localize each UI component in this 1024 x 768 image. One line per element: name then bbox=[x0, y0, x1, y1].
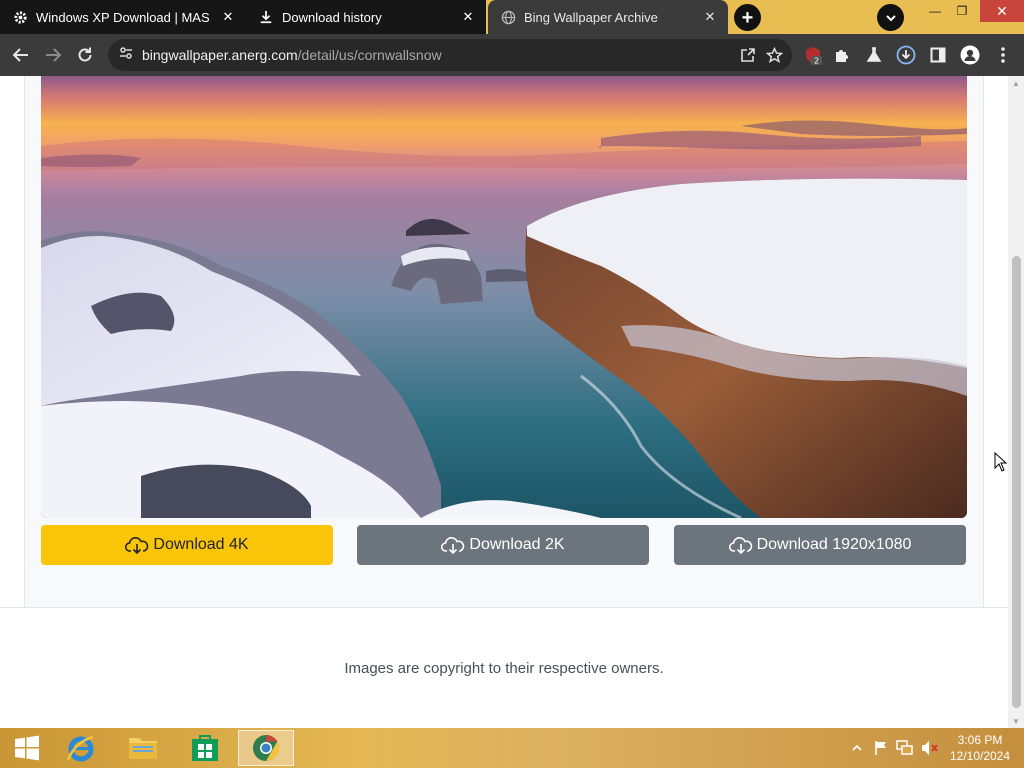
cloud-download-icon bbox=[441, 533, 465, 557]
restore-button[interactable]: ❐ bbox=[947, 0, 977, 22]
download-indicator-icon[interactable] bbox=[895, 44, 917, 66]
arrow-left-icon bbox=[12, 48, 28, 62]
side-panel-icon[interactable] bbox=[927, 44, 949, 66]
footer-divider bbox=[0, 607, 1008, 608]
url-path: /detail/us/cornwallsnow bbox=[297, 47, 442, 63]
windows-logo-icon bbox=[15, 735, 39, 761]
start-button[interactable] bbox=[0, 730, 54, 766]
minimize-button[interactable]: — bbox=[920, 0, 950, 22]
scroll-up-arrow-icon[interactable]: ▲ bbox=[1008, 76, 1024, 90]
internet-explorer-icon bbox=[66, 735, 94, 762]
cloud-download-icon bbox=[125, 533, 149, 557]
extension-badge: 2 bbox=[814, 57, 819, 66]
volume-muted-icon[interactable] bbox=[920, 728, 940, 768]
chevron-down-icon bbox=[885, 14, 896, 21]
taskbar-chrome[interactable] bbox=[238, 730, 294, 766]
tab-title: Download history bbox=[282, 9, 382, 25]
download-2k-label: Download 2K bbox=[469, 536, 565, 553]
mouse-cursor-icon bbox=[994, 452, 1008, 472]
taskbar-store[interactable] bbox=[178, 730, 232, 766]
action-center-flag-icon[interactable] bbox=[872, 728, 890, 768]
store-icon bbox=[192, 735, 218, 761]
network-icon[interactable] bbox=[896, 728, 914, 768]
tab-search-button[interactable] bbox=[877, 4, 904, 31]
gear-icon bbox=[12, 9, 28, 25]
extensions-puzzle-icon[interactable] bbox=[831, 44, 853, 66]
system-clock[interactable]: 3:06 PM 12/10/2024 bbox=[946, 732, 1014, 764]
labs-flask-icon[interactable] bbox=[863, 44, 885, 66]
reload-button[interactable] bbox=[72, 42, 98, 68]
copyright-notice: Images are copyright to their respective… bbox=[344, 660, 664, 677]
url-text: bingwallpaper.anerg.com/detail/us/cornwa… bbox=[142, 47, 442, 63]
menu-kebab-icon[interactable] bbox=[992, 44, 1014, 66]
download-1920x1080-label: Download 1920x1080 bbox=[756, 536, 912, 553]
tab-title: Windows XP Download | MAS bbox=[36, 9, 210, 25]
download-2k-button[interactable]: Download 2K bbox=[357, 525, 649, 565]
download-1920x1080-button[interactable]: Download 1920x1080 bbox=[674, 525, 966, 565]
tab-strip: Windows XP Download | MAS ✕ Download his… bbox=[0, 0, 1024, 34]
download-icon bbox=[258, 9, 274, 25]
tab-download-history[interactable]: Download history ✕ bbox=[246, 0, 486, 34]
close-window-button[interactable]: ✕ bbox=[980, 0, 1024, 22]
scroll-thumb[interactable] bbox=[1012, 256, 1021, 708]
scroll-down-arrow-icon[interactable]: ▼ bbox=[1008, 714, 1024, 728]
taskbar-file-explorer[interactable] bbox=[116, 730, 170, 766]
tab-windows-xp[interactable]: Windows XP Download | MAS ✕ bbox=[0, 0, 246, 34]
page-content: Download 4K Download 2K Download 1920x10… bbox=[0, 76, 1008, 728]
address-bar[interactable]: bingwallpaper.anerg.com/detail/us/cornwa… bbox=[108, 39, 792, 71]
arrow-right-icon bbox=[46, 48, 62, 62]
wallpaper-image[interactable] bbox=[41, 76, 967, 518]
wallpaper-card: Download 4K Download 2K Download 1920x10… bbox=[24, 76, 984, 607]
bookmark-star-icon[interactable] bbox=[764, 45, 784, 65]
profile-avatar[interactable] bbox=[959, 44, 981, 66]
clock-date: 12/10/2024 bbox=[949, 749, 1011, 763]
back-button[interactable] bbox=[8, 42, 34, 68]
windows-taskbar: 3:06 PM 12/10/2024 bbox=[0, 728, 1024, 768]
new-tab-button[interactable]: + bbox=[734, 4, 761, 31]
taskbar-internet-explorer[interactable] bbox=[54, 730, 108, 766]
forward-button[interactable] bbox=[40, 42, 66, 68]
close-tab-icon[interactable]: ✕ bbox=[460, 9, 476, 25]
tab-title: Bing Wallpaper Archive bbox=[524, 9, 658, 25]
download-4k-button[interactable]: Download 4K bbox=[41, 525, 333, 565]
reload-icon bbox=[78, 47, 92, 62]
show-hidden-icons-button[interactable] bbox=[850, 728, 864, 768]
url-host: bingwallpaper.anerg.com bbox=[142, 47, 298, 63]
close-tab-icon[interactable]: ✕ bbox=[702, 9, 718, 25]
tab-bing-wallpaper[interactable]: Bing Wallpaper Archive ✕ bbox=[488, 0, 728, 34]
ublock-extension-icon[interactable]: 2 bbox=[802, 44, 824, 66]
cloud-download-icon bbox=[728, 533, 753, 557]
site-info-icon[interactable] bbox=[118, 45, 134, 66]
share-icon[interactable] bbox=[738, 45, 758, 65]
chevron-up-icon bbox=[852, 744, 862, 751]
close-tab-icon[interactable]: ✕ bbox=[220, 9, 236, 25]
page-scrollbar[interactable]: ▲ ▼ bbox=[1008, 76, 1024, 728]
folder-icon bbox=[129, 738, 157, 759]
chrome-icon bbox=[253, 734, 280, 762]
download-4k-label: Download 4K bbox=[153, 536, 249, 553]
clock-time: 3:06 PM bbox=[957, 733, 1003, 747]
browser-toolbar: bingwallpaper.anerg.com/detail/us/cornwa… bbox=[0, 34, 1024, 76]
globe-icon bbox=[500, 9, 516, 25]
